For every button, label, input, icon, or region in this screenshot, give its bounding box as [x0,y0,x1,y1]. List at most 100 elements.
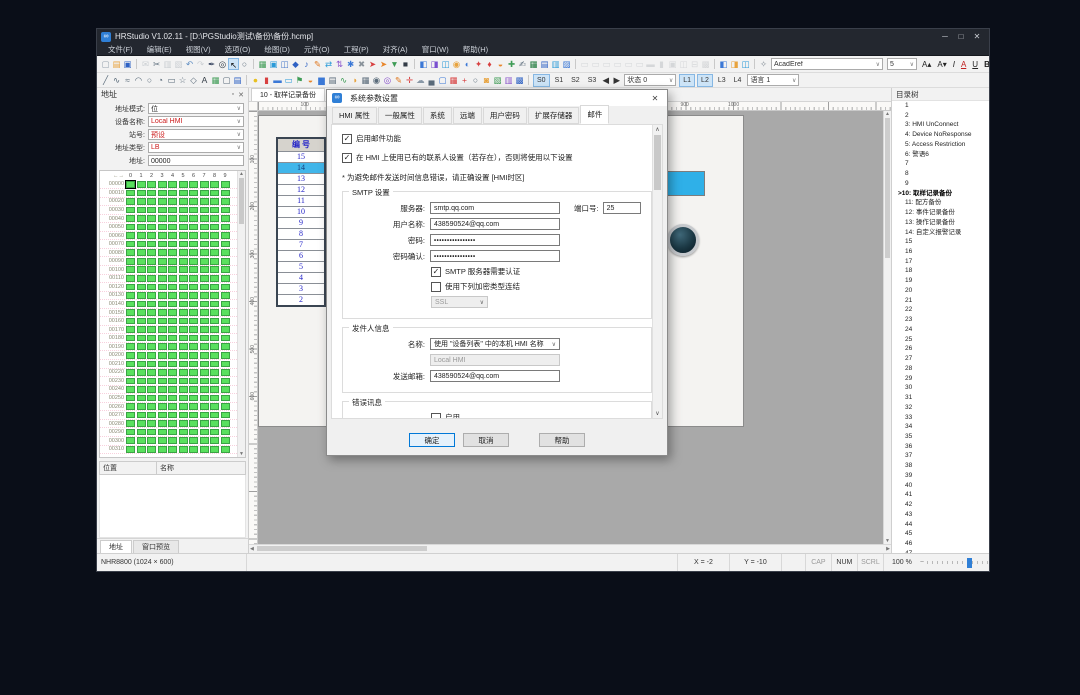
bold-icon[interactable]: B [981,60,989,69]
sender-mail-input[interactable]: 438590524@qq.com [430,370,560,382]
station-combo[interactable]: 预设∨ [148,129,244,140]
grid-cell[interactable] [179,292,188,299]
grid-cell[interactable] [189,326,198,333]
grid-cell[interactable] [189,224,198,231]
grid-cell[interactable] [189,275,198,282]
state-s1-button[interactable]: S1 [552,75,567,86]
find-icon[interactable]: ◎ [217,58,228,70]
tree-item[interactable]: 4: Device NoResponse [892,130,989,140]
grid-cell[interactable] [126,343,135,350]
grid-cell[interactable] [158,190,167,197]
grid-cell[interactable] [137,207,146,214]
grid-cell[interactable] [200,446,209,453]
space-v-icon[interactable]: ⊟ [689,58,700,70]
grid-cell[interactable] [137,309,146,316]
grid-cell[interactable] [158,301,167,308]
port-input[interactable]: 25 [603,202,641,214]
grid-cell[interactable] [200,395,209,402]
grid-cell[interactable] [137,181,146,188]
grid-cell[interactable] [126,207,135,214]
display-list-icon[interactable]: ▤ [539,58,550,70]
dialog-tab-扩展存储器[interactable]: 扩展存储器 [528,107,580,124]
grid-cell[interactable] [126,284,135,291]
grid-cell[interactable] [168,215,177,222]
grid-cell[interactable] [221,249,230,256]
grid-cell[interactable] [200,232,209,239]
grid-cell[interactable] [137,275,146,282]
grid-cell[interactable] [158,181,167,188]
grid-cell[interactable] [147,224,156,231]
state-s0-button[interactable]: S0 [533,74,550,87]
image-icon[interactable]: ▦ [257,58,268,70]
grid-nav-arrows[interactable]: ←→ [100,173,126,179]
tank-widget-icon[interactable]: ◙ [481,74,492,86]
grid-cell[interactable] [179,266,188,273]
grid-cell[interactable] [168,190,177,197]
grid-cell[interactable] [210,369,219,376]
align-left-icon[interactable]: ▭ [579,58,590,70]
sheet-widget-icon[interactable]: ▧ [492,74,503,86]
grid-cell[interactable] [221,318,230,325]
use-contacts-checkbox[interactable] [342,153,352,163]
scroll-right-icon[interactable]: ▶ [886,545,890,553]
dialog-tab-系统[interactable]: 系统 [423,107,452,124]
grid-cell[interactable] [189,403,198,410]
grid-cell[interactable] [179,318,188,325]
grid-cell[interactable] [210,343,219,350]
grid-cell[interactable] [147,309,156,316]
grid-cell[interactable] [200,241,209,248]
menu-item-窗口W[interactable]: 窗口(W) [415,44,456,55]
settings-icon[interactable]: ✱ [345,58,356,70]
sound-icon[interactable]: ♪ [301,58,312,70]
grid-cell[interactable] [200,412,209,419]
grid-cell[interactable] [147,190,156,197]
add-widget-icon[interactable]: + [459,74,470,86]
same-width-icon[interactable]: ▬ [645,58,656,70]
grid-cell[interactable] [168,224,177,231]
grid-cell[interactable] [200,318,209,325]
grid-cell[interactable] [179,361,188,368]
grid-cell[interactable] [221,215,230,222]
script-icon[interactable]: ✍ [517,58,528,70]
grid-cell[interactable] [137,412,146,419]
tree-item[interactable]: 23 [892,315,989,325]
grid-cell[interactable] [189,215,198,222]
cancel-button[interactable]: 取消 [463,433,509,447]
run-icon[interactable]: ➤ [367,58,378,70]
close-button[interactable]: ✕ [969,29,985,44]
tree-item[interactable]: >10: 取样记录备份 [892,189,989,199]
dialog-title-bar[interactable]: ∞ 系统参数设置 ✕ [327,90,667,106]
grid-cell[interactable] [168,326,177,333]
tile-v-windows-icon[interactable]: ◫ [740,58,751,70]
tree-item[interactable]: 22 [892,305,989,315]
redo-icon[interactable]: ↷ [195,58,206,70]
grid-cell[interactable] [168,335,177,342]
tree-item[interactable]: 39 [892,471,989,481]
grid-cell[interactable] [158,352,167,359]
align-bottom-icon[interactable]: ▭ [634,58,645,70]
grid-cell[interactable] [137,343,146,350]
grid-cell[interactable] [179,403,188,410]
tree-item[interactable]: 29 [892,374,989,384]
tree-item[interactable]: 9 [892,179,989,189]
grid-cell[interactable] [158,326,167,333]
scrollbar-thumb[interactable] [239,178,244,224]
database-icon[interactable]: ▦ [528,58,539,70]
grid-cell[interactable] [168,232,177,239]
dialog-tab-HMI 属性[interactable]: HMI 属性 [332,107,377,124]
grid-cell[interactable] [126,309,135,316]
grid-cell[interactable] [179,198,188,205]
grid-cell[interactable] [200,207,209,214]
grid-cell[interactable] [221,266,230,273]
grid-cell[interactable] [137,258,146,265]
grid-cell[interactable] [189,241,198,248]
grid-cell[interactable] [158,215,167,222]
space-h-icon[interactable]: ◫ [678,58,689,70]
tree-item[interactable]: 43 [892,510,989,520]
grid-cell[interactable] [210,420,219,427]
grid-cell[interactable] [137,224,146,231]
recipe-icon[interactable]: ✚ [506,58,517,70]
grid-cell[interactable] [179,241,188,248]
grid-cell[interactable] [137,361,146,368]
grid-cell[interactable] [137,318,146,325]
